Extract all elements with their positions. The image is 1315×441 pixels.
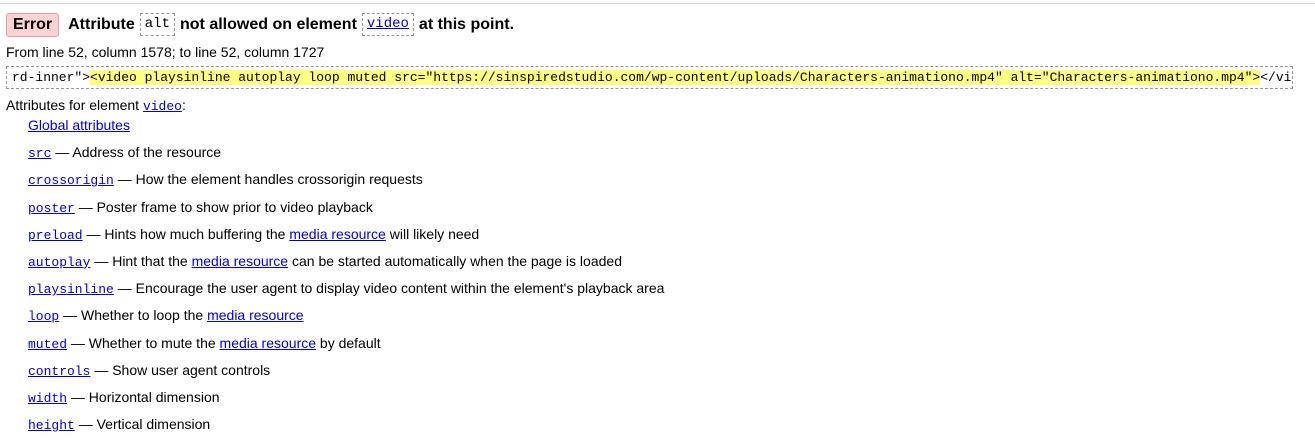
attribute-link-muted[interactable]: muted bbox=[28, 337, 67, 352]
attribute-link-src[interactable]: src bbox=[28, 146, 51, 161]
attribute-item-controls: controls — Show user agent controls bbox=[28, 357, 664, 384]
attribute-desc-height: — Vertical dimension bbox=[78, 416, 211, 433]
error-location: From line 52, column 1578; to line 52, c… bbox=[6, 44, 325, 60]
global-attributes-link[interactable]: Global attributes bbox=[28, 117, 130, 133]
attribute-desc-autoplay-before: — Hint that the bbox=[94, 252, 188, 269]
error-heading: Error Attribute alt not allowed on eleme… bbox=[6, 12, 514, 37]
attributes-heading-prefix: Attributes for element bbox=[6, 97, 140, 113]
attribute-item-autoplay: autoplay — Hint that the media resource … bbox=[28, 248, 664, 275]
attribute-desc-preload-before: — Hints how much buffering the bbox=[86, 225, 286, 242]
attributes-list: Global attributes src — Address of the r… bbox=[28, 112, 664, 438]
attribute-item-poster: poster — Poster frame to show prior to v… bbox=[28, 194, 664, 221]
attribute-desc-width: — Horizontal dimension bbox=[70, 388, 220, 405]
error-element-link[interactable]: video bbox=[367, 16, 409, 32]
attribute-link-width[interactable]: width bbox=[28, 391, 67, 406]
attribute-item-crossorigin: crossorigin — How the element handles cr… bbox=[28, 166, 664, 193]
source-extract: rd-inner"><video playsinline autoplay lo… bbox=[6, 66, 1293, 89]
attribute-link-playsinline[interactable]: playsinline bbox=[28, 282, 114, 297]
attribute-desc-controls: — Show user agent controls bbox=[94, 361, 271, 378]
top-divider bbox=[0, 3, 1315, 4]
attribute-item-preload: preload — Hints how much buffering the m… bbox=[28, 221, 664, 248]
attribute-item-height: height — Vertical dimension bbox=[28, 411, 664, 438]
attribute-desc-loop-before: — Whether to loop the bbox=[63, 307, 204, 324]
attribute-desc-crossorigin: — How the element handles crossorigin re… bbox=[117, 171, 423, 188]
error-element-code: video bbox=[361, 13, 414, 36]
attribute-link-crossorigin[interactable]: crossorigin bbox=[28, 173, 114, 188]
extract-before: rd-inner"> bbox=[12, 70, 91, 85]
attribute-link-preload[interactable]: preload bbox=[28, 228, 83, 243]
attribute-link-controls[interactable]: controls bbox=[28, 364, 90, 379]
attribute-item-playsinline: playsinline — Encourage the user agent t… bbox=[28, 275, 664, 302]
attribute-item-muted: muted — Whether to mute the media resour… bbox=[28, 330, 664, 357]
attribute-desc-src: — Address of the resource bbox=[55, 144, 222, 161]
error-message-part2: not allowed on element bbox=[180, 15, 357, 33]
error-badge: Error bbox=[6, 12, 60, 37]
attribute-desc-preload-after: will likely need bbox=[389, 225, 480, 242]
extract-after: </vide bbox=[1260, 70, 1292, 85]
media-resource-link-autoplay[interactable]: media resource bbox=[192, 253, 289, 269]
attribute-item-global: Global attributes bbox=[28, 112, 664, 139]
media-resource-link-loop[interactable]: media resource bbox=[207, 307, 304, 323]
attribute-desc-poster: — Poster frame to show prior to video pl… bbox=[78, 198, 373, 215]
attributes-heading-suffix: : bbox=[181, 97, 186, 113]
attribute-item-width: width — Horizontal dimension bbox=[28, 384, 664, 411]
attribute-link-poster[interactable]: poster bbox=[28, 201, 75, 216]
error-message-part3: at this point. bbox=[418, 15, 515, 33]
attribute-desc-playsinline: — Encourage the user agent to display vi… bbox=[117, 280, 665, 297]
error-message-part1: Attribute bbox=[68, 15, 135, 33]
attribute-link-loop[interactable]: loop bbox=[28, 309, 59, 324]
error-attribute-code: alt bbox=[139, 13, 175, 36]
attribute-item-src: src — Address of the resource bbox=[28, 139, 664, 166]
attribute-desc-autoplay-after: can be started automatically when the pa… bbox=[291, 252, 622, 269]
media-resource-link-preload[interactable]: media resource bbox=[289, 226, 386, 242]
attribute-desc-muted-before: — Whether to mute the bbox=[70, 334, 216, 351]
extract-highlight: <video playsinline autoplay loop muted s… bbox=[90, 70, 1261, 85]
attribute-link-autoplay[interactable]: autoplay bbox=[28, 255, 90, 270]
attribute-link-height[interactable]: height bbox=[28, 418, 75, 433]
attribute-desc-muted-after: by default bbox=[319, 334, 381, 351]
attribute-item-loop: loop — Whether to loop the media resourc… bbox=[28, 302, 664, 329]
media-resource-link-muted[interactable]: media resource bbox=[220, 335, 317, 351]
